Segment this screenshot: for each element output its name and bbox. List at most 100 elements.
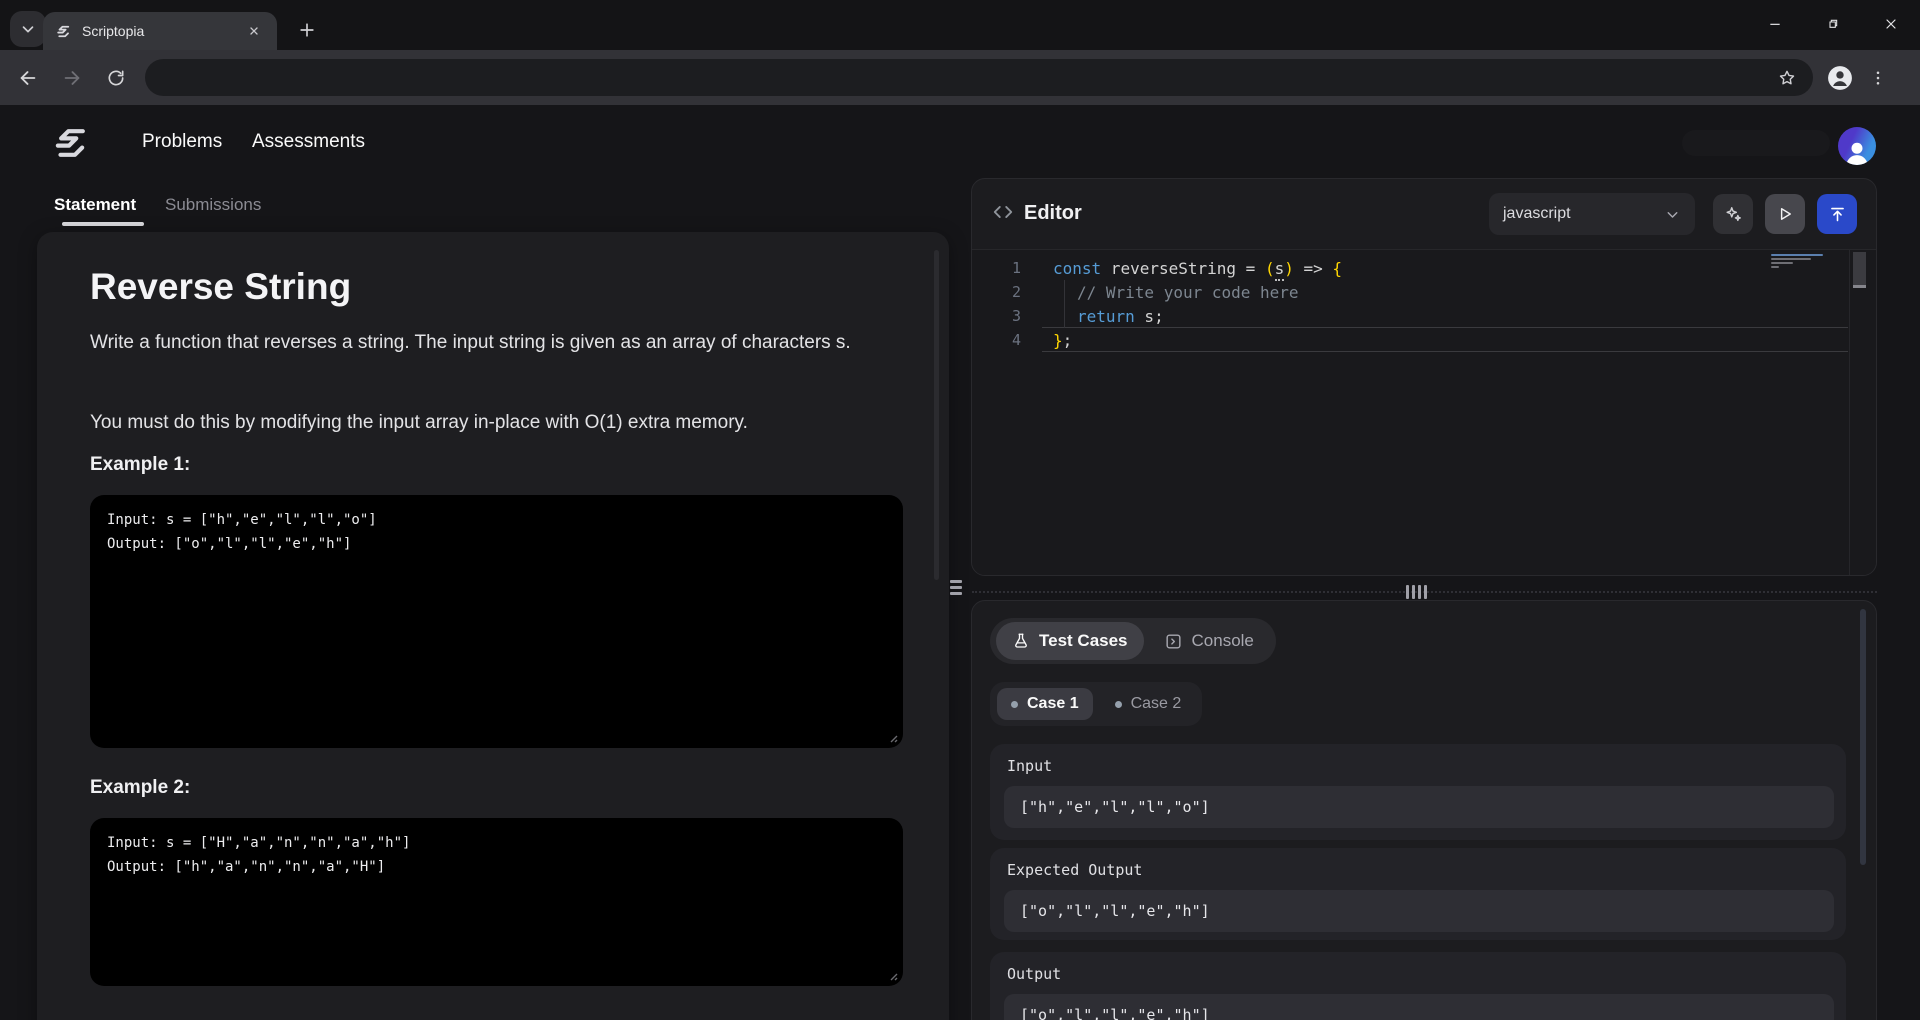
window-controls (1746, 0, 1920, 48)
submit-button[interactable] (1817, 194, 1857, 234)
minimap[interactable] (1771, 254, 1827, 270)
restore-button[interactable] (1804, 0, 1862, 48)
reload-icon (106, 68, 126, 88)
kebab-menu-icon (1869, 69, 1887, 87)
ai-assist-button[interactable] (1713, 194, 1753, 234)
code-token: } (1053, 331, 1063, 350)
user-avatar[interactable] (1838, 127, 1876, 165)
minimap-line (1771, 258, 1811, 260)
back-button[interactable] (11, 61, 45, 95)
case-dot-icon (1115, 701, 1122, 708)
problem-title: Reverse String (90, 266, 351, 308)
example-1-label: Example 1: (90, 454, 190, 476)
problem-constraint: You must do this by modifying the input … (90, 406, 935, 439)
upload-icon (1828, 205, 1847, 224)
code-token: ( (1265, 259, 1275, 278)
input-label: Input (1007, 757, 1052, 775)
browser-tabstrip: Scriptopia (0, 0, 1920, 50)
play-icon (1776, 205, 1794, 223)
line-number: 1 (972, 259, 1036, 277)
line-number: 3 (972, 307, 1036, 325)
example-1-output: Output: ["o","l","l","e","h"] (107, 536, 351, 552)
code-token: ; (1063, 331, 1073, 350)
browser-menu-button[interactable] (1861, 61, 1895, 95)
language-value: javascript (1503, 205, 1664, 223)
scriptopia-favicon (55, 23, 72, 40)
plus-icon (297, 20, 317, 40)
statement-scrollbar-thumb[interactable] (934, 250, 939, 580)
vertical-resize-grip[interactable] (950, 580, 962, 595)
code-token: return (1077, 307, 1135, 326)
editor-scrollbar-thumb[interactable] (1853, 252, 1866, 288)
new-tab-button[interactable] (290, 13, 324, 47)
horizontal-resize-grip[interactable] (1406, 585, 1427, 599)
close-window-button[interactable] (1862, 0, 1920, 48)
output-section: Output ["o","l","l","e","h"] (990, 952, 1846, 1020)
tab-console[interactable]: Console (1148, 622, 1270, 660)
example-1-input: Input: s = ["h","e","l","l","o"] (107, 512, 377, 528)
case-1-button[interactable]: Case 1 (997, 688, 1093, 720)
output-field: ["o","l","l","e","h"] (1004, 994, 1834, 1020)
nav-item-problems[interactable]: Problems (142, 131, 222, 153)
code-line: 3 return s; (972, 304, 1164, 328)
case-label: Case 2 (1131, 695, 1182, 713)
test-panel-scrollbar-thumb[interactable] (1860, 609, 1866, 865)
example-2-input: Input: s = ["H","a","n","n","a","h"] (107, 835, 410, 851)
browser-toolbar (0, 50, 1920, 105)
resize-grip-icon[interactable] (886, 969, 898, 981)
tab-statement[interactable]: Statement (54, 195, 136, 215)
output-label: Output (1007, 965, 1061, 983)
input-section: Input ["h","e","l","l","o"] (990, 744, 1846, 840)
forward-button[interactable] (55, 61, 89, 95)
nav-placeholder (1682, 130, 1830, 156)
terminal-icon (1164, 632, 1183, 651)
chevron-down-icon (1664, 206, 1681, 223)
run-button[interactable] (1765, 194, 1805, 234)
tab-test-cases[interactable]: Test Cases (996, 622, 1144, 660)
minimize-button[interactable] (1746, 0, 1804, 48)
address-bar[interactable] (145, 59, 1813, 96)
back-icon (17, 67, 39, 89)
code-editor[interactable]: 1const reverseString = (s) => { 2// Writ… (972, 249, 1876, 576)
test-panel-tabs: Test Cases Console (990, 618, 1276, 664)
avatar-person-icon (1842, 139, 1872, 165)
minimize-icon (1767, 16, 1783, 32)
tab-label: Console (1192, 631, 1254, 651)
expected-output-field[interactable]: ["o","l","l","e","h"] (1004, 890, 1834, 932)
scriptopia-logo[interactable] (50, 122, 92, 164)
flask-icon (1012, 632, 1030, 650)
nav-item-assessments[interactable]: Assessments (252, 131, 365, 153)
reload-button[interactable] (99, 61, 133, 95)
current-line-highlight (1042, 327, 1848, 352)
example-2-output: Output: ["h","a","n","n","a","H"] (107, 859, 385, 875)
code-line: 4}; (972, 328, 1072, 352)
tab-close-icon[interactable] (243, 20, 265, 42)
tab-label: Test Cases (1039, 631, 1128, 651)
tab-search-button[interactable] (10, 11, 46, 47)
code-token: ) (1284, 259, 1294, 278)
expected-output-label: Expected Output (1007, 861, 1142, 879)
input-value-field[interactable]: ["h","e","l","l","o"] (1004, 786, 1834, 828)
browser-profile-button[interactable] (1823, 61, 1857, 95)
chevron-down-icon (19, 20, 37, 38)
app-window: Scriptopia (0, 0, 1920, 1020)
example-2-label: Example 2: (90, 777, 190, 799)
tab-title: Scriptopia (82, 23, 233, 39)
case-dot-icon (1011, 701, 1018, 708)
example-2-block: Input: s = ["H","a","n","n","a","h"] Out… (90, 818, 903, 986)
code-token: s; (1135, 307, 1164, 326)
tab-submissions[interactable]: Submissions (165, 195, 261, 215)
case-2-button[interactable]: Case 2 (1101, 688, 1196, 720)
case-selector: Case 1 Case 2 (990, 682, 1202, 726)
code-brackets-icon (992, 201, 1014, 223)
language-select[interactable]: javascript (1489, 193, 1695, 235)
resize-grip-icon[interactable] (886, 731, 898, 743)
editor-title: Editor (1024, 202, 1082, 225)
sparkles-icon (1723, 204, 1743, 224)
browser-tab[interactable]: Scriptopia (43, 12, 277, 50)
editor-scrollbar-track[interactable] (1849, 250, 1869, 576)
problem-statement-panel: Reverse String Write a function that rev… (37, 232, 949, 1020)
minimap-line (1771, 262, 1793, 264)
code-token: const (1053, 259, 1101, 278)
bookmark-star-icon[interactable] (1777, 68, 1797, 88)
